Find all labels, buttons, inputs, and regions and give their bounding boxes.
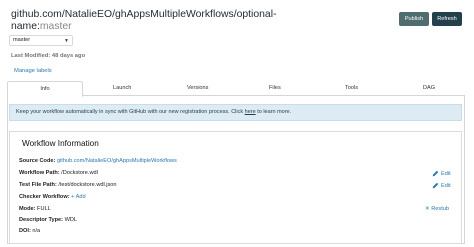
source-code-label: Source Code:	[19, 158, 56, 164]
tab-versions[interactable]: Versions	[187, 81, 208, 96]
workflow-info-title: Workflow Information	[22, 139, 99, 148]
banner-text-after: to learn more.	[255, 109, 292, 115]
mode-row: Mode: FULL	[19, 206, 51, 212]
manage-labels-link[interactable]: Manage labels	[14, 68, 52, 74]
chevron-down-icon: ▼	[64, 38, 69, 44]
source-code-link[interactable]: github.com/NatalieEO/ghAppsMultipleWorkf…	[57, 158, 177, 164]
doi-value: n/a	[32, 228, 41, 234]
restub-button[interactable]: ✕ Restub	[425, 206, 449, 212]
descriptor-type-label: Descriptor Type:	[19, 217, 64, 223]
title-version: master	[39, 21, 72, 32]
workflow-path-row: Workflow Path: /Dockstore.wdl	[19, 170, 98, 176]
refresh-button[interactable]: Refresh	[432, 12, 462, 26]
mode-value: FULL	[37, 206, 51, 212]
last-modified: Last Modified: 48 days ago	[11, 53, 85, 59]
workflow-path-label: Workflow Path:	[19, 170, 60, 176]
tab-launch[interactable]: Launch	[113, 81, 131, 96]
edit-label: Edit	[441, 182, 451, 189]
last-modified-value: 48 days ago	[51, 53, 86, 59]
test-file-path-row: Test File Path: /test/dockstore.wdl.json	[19, 182, 117, 188]
descriptor-type-row: Descriptor Type: WDL	[19, 217, 77, 223]
page-title: github.com/NatalieEO/ghAppsMultipleWorkf…	[11, 9, 276, 33]
checker-workflow-label: Checker Workflow:	[19, 194, 70, 200]
add-checker-button[interactable]: + Add	[71, 194, 85, 200]
doi-label: DOI:	[19, 228, 31, 234]
title-line1: github.com/NatalieEO/ghAppsMultipleWorkf…	[11, 9, 277, 20]
banner-text: Keep your workflow automatically in sync…	[16, 109, 245, 115]
edit-label: Edit	[441, 170, 451, 177]
version-select[interactable]: master ▼	[9, 35, 73, 46]
banner-here-link[interactable]: here	[245, 109, 256, 115]
restub-label: Restub	[431, 206, 449, 212]
tab-bar: Info Launch Versions Files Tools DAG	[7, 81, 465, 97]
pencil-icon	[432, 170, 439, 177]
pencil-icon	[432, 182, 439, 189]
checker-workflow-row: Checker Workflow: + Add	[19, 194, 86, 200]
tab-info[interactable]: Info	[7, 81, 83, 97]
tab-tools[interactable]: Tools	[345, 81, 358, 96]
descriptor-type-value: WDL	[64, 217, 78, 223]
source-code-row: Source Code: github.com/NatalieEO/ghApps…	[19, 158, 177, 164]
mode-label: Mode:	[19, 206, 36, 212]
doi-row: DOI: n/a	[19, 228, 40, 234]
test-file-path-value: /test/dockstore.wdl.json	[58, 182, 117, 188]
plus-icon: +	[71, 194, 75, 200]
test-file-path-label: Test File Path:	[19, 182, 57, 188]
last-modified-label: Last Modified:	[11, 53, 51, 59]
title-line2-prefix: name:	[11, 21, 40, 32]
tab-dag[interactable]: DAG	[423, 81, 435, 96]
publish-button[interactable]: Publish	[399, 12, 429, 26]
edit-test-file-path-button[interactable]: Edit	[432, 182, 451, 189]
close-icon: ✕	[425, 206, 430, 212]
add-label: Add	[75, 194, 86, 200]
workflow-path-value: /Dockstore.wdl	[61, 170, 98, 176]
sync-banner: Keep your workflow automatically in sync…	[9, 104, 462, 121]
version-select-value: master	[13, 37, 31, 43]
edit-workflow-path-button[interactable]: Edit	[432, 170, 451, 177]
tab-files[interactable]: Files	[269, 81, 281, 96]
